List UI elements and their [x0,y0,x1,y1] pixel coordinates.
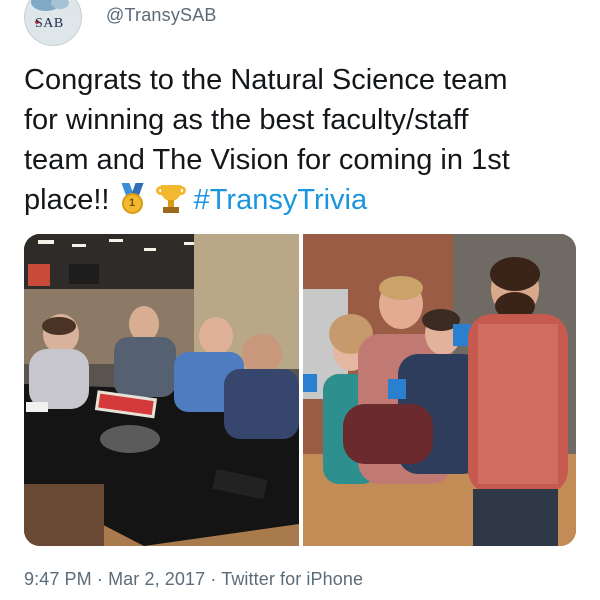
tweet-text-line: place!! 1 #TransyTrivia [24,180,584,220]
first-place-medal-icon: 1 [118,183,148,215]
meta-separator: · [210,569,217,589]
trophy-icon [155,183,186,215]
avatar[interactable]: SAB [24,0,82,46]
photo-winning-team-image [303,234,576,546]
avatar-text: SAB [35,16,64,31]
tweet-date[interactable]: Mar 2, 2017 [108,569,205,589]
avatar-graphic-accent [51,0,69,9]
medal-digit: 1 [121,193,143,214]
meta-separator: · [96,569,103,589]
tweet-text-line: Congrats to the Natural Science team [24,64,508,96]
photo-trivia-table[interactable] [24,234,299,546]
hashtag-link[interactable]: #TransyTrivia [194,184,368,216]
tweet-source[interactable]: Twitter for iPhone [221,569,363,589]
media-gallery [24,234,576,546]
tweet-text-line: team and The Vision for coming in 1st [24,144,510,176]
tweet-text: Congrats to the Natural Science team for… [24,60,584,220]
photo-trivia-table-image [24,234,299,546]
user-handle[interactable]: @TransySAB [106,5,217,26]
tweet-text-fragment: place!! [24,184,110,216]
tweet-text-line: for winning as the best faculty/staff [24,104,469,136]
tweet-meta: 9:47 PM · Mar 2, 2017 · Twitter for iPho… [24,569,363,590]
photo-winning-team[interactable] [303,234,576,546]
tweet-time[interactable]: 9:47 PM [24,569,92,589]
